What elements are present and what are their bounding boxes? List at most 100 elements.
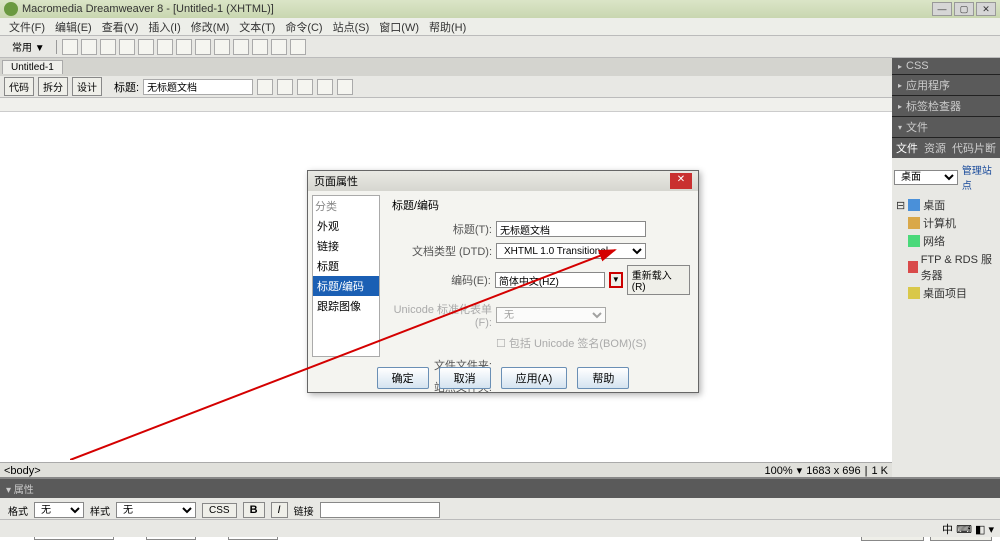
tool-icon[interactable] xyxy=(119,39,135,55)
tree-label[interactable]: 计算机 xyxy=(923,215,956,231)
cat-appearance[interactable]: 外观 xyxy=(313,216,379,236)
link-input[interactable] xyxy=(320,502,440,518)
ime-indicator[interactable]: 中 ⌨ ◧ ▾ xyxy=(942,521,994,537)
tool-icon[interactable] xyxy=(62,39,78,55)
files-panel-body: 文件 资源 代码片断 桌面 管理站点 ⊟ 桌面 计算机 网络 FTP & RDS … xyxy=(892,138,1000,478)
cancel-button[interactable]: 取消 xyxy=(439,367,491,389)
menu-edit[interactable]: 编辑(E) xyxy=(52,19,95,35)
menu-text[interactable]: 文本(T) xyxy=(236,19,278,35)
menu-window[interactable]: 窗口(W) xyxy=(376,19,422,35)
dialog-title: 页面属性 xyxy=(314,173,358,189)
bold-button[interactable]: B xyxy=(243,502,265,518)
apply-button[interactable]: 应用(A) xyxy=(501,367,568,389)
tool-icon[interactable] xyxy=(157,39,173,55)
tool-icon[interactable] xyxy=(317,79,333,95)
close-button[interactable]: ✕ xyxy=(976,2,996,16)
menu-help[interactable]: 帮助(H) xyxy=(426,19,469,35)
tree-label[interactable]: 桌面 xyxy=(923,197,945,213)
italic-button[interactable]: I xyxy=(271,502,288,518)
panel-tag-inspector[interactable]: 标签检查器 xyxy=(892,96,1000,117)
tool-icon[interactable] xyxy=(233,39,249,55)
menu-file[interactable]: 文件(F) xyxy=(6,19,48,35)
unicode-form-select: 无 xyxy=(496,307,606,323)
help-button[interactable]: 帮助 xyxy=(577,367,629,389)
doc-tab[interactable]: Untitled-1 xyxy=(2,60,63,74)
menubar: 文件(F) 编辑(E) 查看(V) 插入(I) 修改(M) 文本(T) 命令(C… xyxy=(0,18,1000,36)
tree-label[interactable]: 网络 xyxy=(923,233,945,249)
files-tab[interactable]: 文件 xyxy=(896,140,918,156)
cat-title-encoding[interactable]: 标题/编码 xyxy=(313,276,379,296)
doc-title-label: 标题: xyxy=(114,79,139,95)
css-button[interactable]: CSS xyxy=(202,503,237,518)
doc-title-input[interactable] xyxy=(143,79,253,95)
minimize-button[interactable]: — xyxy=(932,2,952,16)
reload-button[interactable]: 重新载入(R) xyxy=(627,265,690,295)
view-design-button[interactable]: 设计 xyxy=(72,77,102,96)
tool-icon[interactable] xyxy=(252,39,268,55)
cat-headings[interactable]: 标题 xyxy=(313,256,379,276)
tool-icon[interactable] xyxy=(277,79,293,95)
tool-icon[interactable] xyxy=(257,79,273,95)
horizontal-ruler xyxy=(0,98,892,112)
zoom-level[interactable]: 100% xyxy=(765,465,793,477)
dialog-titlebar[interactable]: 页面属性 ✕ xyxy=(308,171,698,191)
tool-icon[interactable] xyxy=(214,39,230,55)
cat-links[interactable]: 链接 xyxy=(313,236,379,256)
window-title: Macromedia Dreamweaver 8 - [Untitled-1 (… xyxy=(22,3,932,15)
panel-files[interactable]: 文件 xyxy=(892,117,1000,138)
panel-application[interactable]: 应用程序 xyxy=(892,75,1000,96)
tree-label[interactable]: 桌面项目 xyxy=(923,285,967,301)
window-titlebar: Macromedia Dreamweaver 8 - [Untitled-1 (… xyxy=(0,0,1000,18)
title-input[interactable] xyxy=(496,221,646,237)
ok-button[interactable]: 确定 xyxy=(377,367,429,389)
style-select[interactable]: 无 xyxy=(116,502,196,518)
app-logo-icon xyxy=(4,2,18,16)
tool-icon[interactable] xyxy=(290,39,306,55)
snippets-tab[interactable]: 代码片断 xyxy=(952,140,996,156)
site-select[interactable]: 桌面 xyxy=(894,170,958,185)
maximize-button[interactable]: ▢ xyxy=(954,2,974,16)
menu-command[interactable]: 命令(C) xyxy=(282,19,325,35)
tool-icon[interactable] xyxy=(195,39,211,55)
encoding-select[interactable] xyxy=(495,272,605,288)
os-taskbar: 中 ⌨ ◧ ▾ xyxy=(0,519,1000,537)
format-select[interactable]: 无 xyxy=(34,502,84,518)
tool-icon[interactable] xyxy=(297,79,313,95)
menu-site[interactable]: 站点(S) xyxy=(330,19,373,35)
style-label: 样式 xyxy=(90,503,110,518)
dialog-close-button[interactable]: ✕ xyxy=(670,173,692,189)
bom-checkbox-label: ☐ 包括 Unicode 签名(BOM)(S) xyxy=(496,335,646,351)
menu-insert[interactable]: 插入(I) xyxy=(145,19,183,35)
category-list: 分类 外观 链接 标题 标题/编码 跟踪图像 xyxy=(312,195,380,357)
tool-icon[interactable] xyxy=(271,39,287,55)
tool-icon[interactable] xyxy=(176,39,192,55)
properties-header[interactable]: ▾ 属性 xyxy=(0,479,1000,498)
manage-sites-link[interactable]: 管理站点 xyxy=(962,162,998,192)
view-code-button[interactable]: 代码 xyxy=(4,77,34,96)
insertbar-tab[interactable]: 常用 ▼ xyxy=(6,39,51,54)
file-size: 1 K xyxy=(871,465,888,477)
encoding-label: 编码(E): xyxy=(392,272,491,288)
desktop-icon xyxy=(908,199,920,211)
tag-selector[interactable]: <body> xyxy=(4,465,41,477)
doctype-select[interactable]: XHTML 1.0 Transitional xyxy=(496,243,646,259)
assets-tab[interactable]: 资源 xyxy=(924,140,946,156)
tool-icon[interactable] xyxy=(138,39,154,55)
menu-modify[interactable]: 修改(M) xyxy=(188,19,233,35)
encoding-dropdown-button[interactable]: ▼ xyxy=(609,272,623,288)
view-split-button[interactable]: 拆分 xyxy=(38,77,68,96)
format-label: 格式 xyxy=(8,503,28,518)
tool-icon[interactable] xyxy=(81,39,97,55)
document-statusbar: <body> 100% ▾ 1683 x 696 | 1 K xyxy=(0,462,892,478)
document-toolbar: 代码 拆分 设计 标题: xyxy=(0,76,892,98)
tree-label[interactable]: FTP & RDS 服务器 xyxy=(921,251,996,283)
cat-tracing[interactable]: 跟踪图像 xyxy=(313,296,379,316)
section-header: 标题/编码 xyxy=(392,197,690,213)
canvas-size: 1683 x 696 xyxy=(806,465,860,477)
folder-icon xyxy=(908,287,920,299)
tool-icon[interactable] xyxy=(337,79,353,95)
panel-css[interactable]: CSS xyxy=(892,58,1000,75)
tree-toggle-icon[interactable]: ⊟ xyxy=(896,199,905,212)
menu-view[interactable]: 查看(V) xyxy=(99,19,142,35)
tool-icon[interactable] xyxy=(100,39,116,55)
